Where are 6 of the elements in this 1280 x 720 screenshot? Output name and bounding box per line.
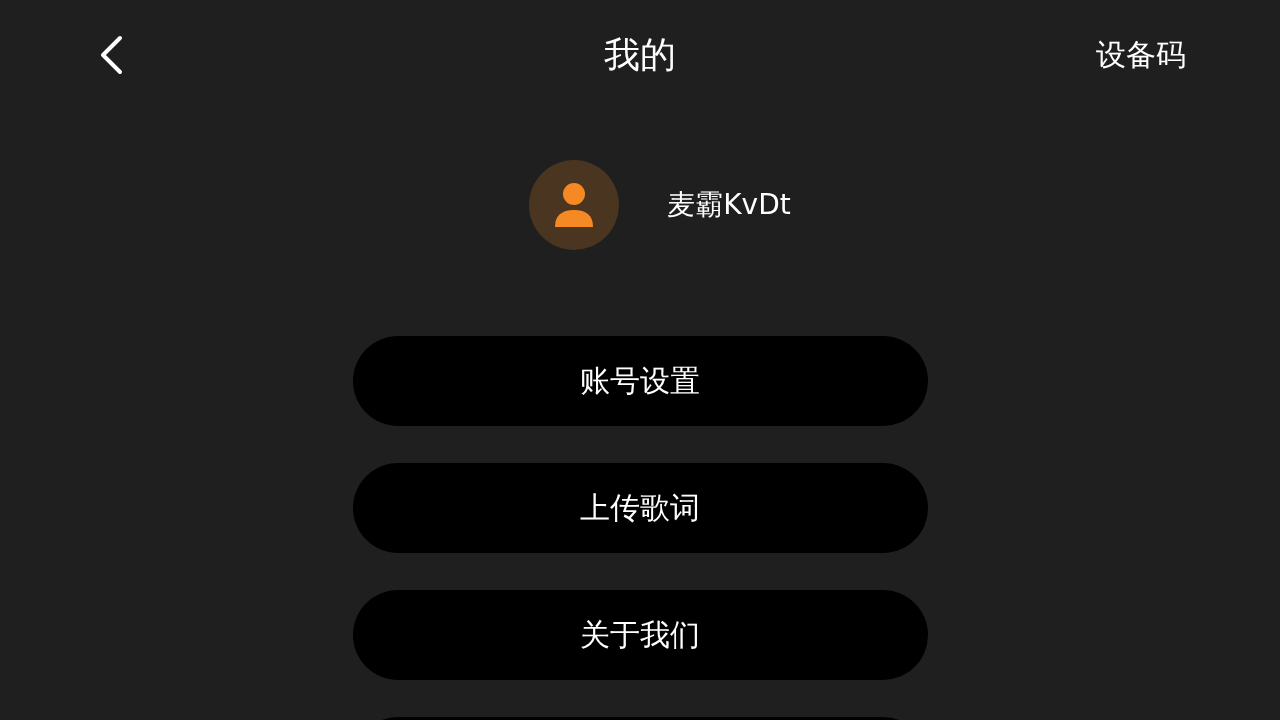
user-name: 麦霸KvDt	[667, 187, 791, 223]
page-title: 我的	[604, 32, 676, 77]
menu-button[interactable]: 关于我们	[352, 590, 928, 680]
menu-button[interactable]: 账号设置	[352, 336, 928, 426]
device-code-button[interactable]: 设备码	[1096, 34, 1186, 76]
menu-button[interactable]: 上传歌词	[352, 463, 928, 553]
